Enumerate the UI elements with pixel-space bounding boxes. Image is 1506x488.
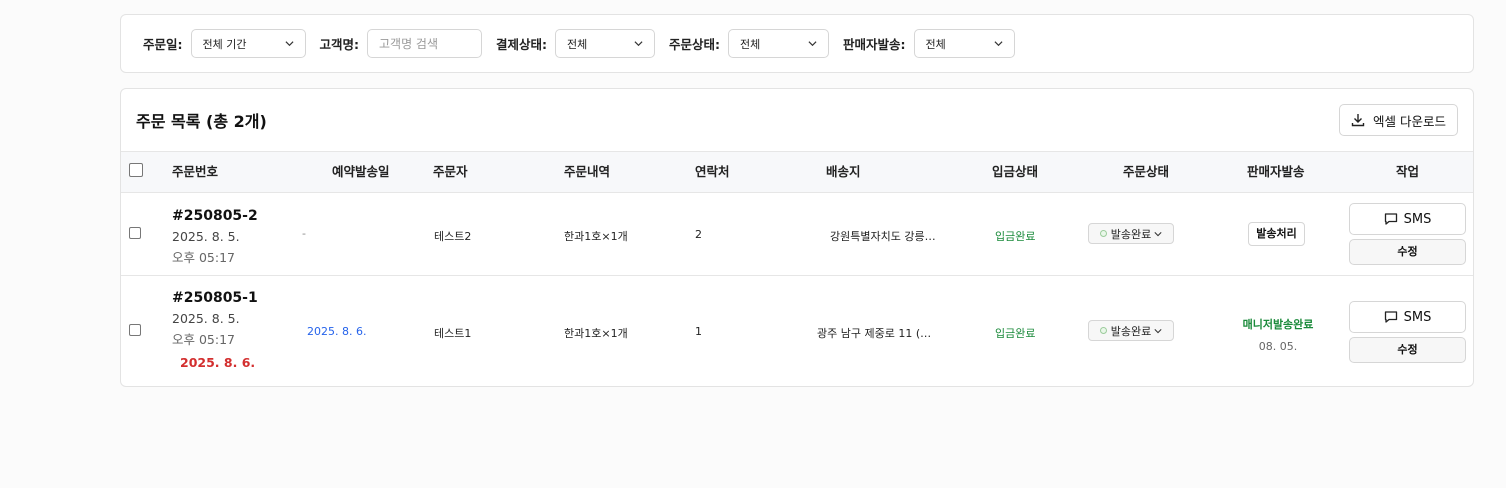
chevron-down-icon (1154, 231, 1162, 236)
payment-status: 입금완료 (995, 327, 1036, 340)
order-time: 오후 05:17 (172, 332, 235, 347)
col-address: 배송지 (826, 164, 861, 179)
order-date: 2025. 8. 5. (172, 311, 240, 326)
reserve-date-highlight: 2025. 8. 6. (180, 355, 256, 370)
message-icon (1384, 311, 1397, 323)
manager-shipped-status: 매니저발송완료 (1242, 318, 1314, 331)
customer-search-input[interactable] (367, 29, 482, 58)
seller-shipping-label: 판매자발송: (843, 37, 906, 52)
col-status: 주문상태 (1123, 164, 1170, 179)
col-actions: 작업 (1396, 164, 1420, 179)
order-status-select[interactable]: 전체 (728, 29, 829, 58)
order-status-dropdown[interactable]: 발송완료 (1088, 223, 1174, 244)
order-status-value: 발송완료 (1110, 324, 1152, 338)
row-checkbox[interactable] (129, 227, 141, 239)
payment-status-label: 결제상태: (496, 37, 547, 52)
excel-download-label: 엑셀 다운로드 (1373, 113, 1446, 129)
status-dot-icon (1099, 327, 1107, 334)
order-number[interactable]: #250805-1 (172, 290, 258, 306)
status-dot-icon (1099, 230, 1107, 237)
table-row: #250805-1 2025. 8. 5. 오후 05:17 2025. 8. … (121, 276, 1473, 386)
order-status-dropdown[interactable]: 발송완료 (1088, 320, 1174, 341)
sms-label: SMS (1403, 309, 1432, 325)
seller-shipping-select[interactable]: 전체 (913, 29, 1015, 58)
order-list-title: 주문 목록 (총 2개) (136, 112, 267, 131)
chevron-down-icon (1154, 328, 1162, 333)
payment-status-value: 전체 (567, 37, 588, 51)
table-row: #250805-2 2025. 8. 5. 오후 05:17 - 테스트2 한과… (121, 193, 1473, 276)
col-order-no: 주문번호 (172, 164, 219, 179)
col-customer: 주문자 (433, 164, 468, 179)
chevron-down-icon (993, 41, 1003, 47)
filter-bar: 주문일: 전체 기간 고객명: 결제상태: 전체 주문상태: 전체 판매자발송:… (120, 14, 1474, 73)
order-date-select[interactable]: 전체 기간 (190, 29, 306, 58)
order-status-value: 전체 (740, 37, 761, 51)
order-list-header: 주문 목록 (총 2개) 엑셀 다운로드 (121, 89, 1473, 151)
order-date-value: 전체 기간 (202, 37, 247, 51)
address: 광주 남구 제중로 11 (… (817, 327, 932, 340)
manager-shipped-date: 08. 05. (1258, 340, 1298, 353)
order-list-card: 주문 목록 (총 2개) 엑셀 다운로드 주문번호 예약발송일 주문자 주문내역… (120, 88, 1474, 387)
col-seller-shipping: 판매자발송 (1247, 164, 1305, 179)
sms-label: SMS (1403, 211, 1432, 227)
order-number[interactable]: #250805-2 (172, 208, 258, 224)
col-payment: 입금상태 (992, 164, 1039, 179)
address: 강원특별자치도 강릉… (830, 230, 936, 243)
reserve-date: - (302, 227, 306, 240)
col-phone: 연락처 (695, 164, 730, 179)
table-header: 주문번호 예약발송일 주문자 주문내역 연락처 배송지 입금상태 주문상태 판매… (121, 151, 1473, 193)
order-time: 오후 05:17 (172, 250, 235, 265)
customer-name: 테스트1 (434, 327, 472, 340)
seller-shipping-value: 전체 (925, 37, 946, 51)
excel-download-button[interactable]: 엑셀 다운로드 (1339, 104, 1458, 136)
chevron-down-icon (808, 41, 817, 47)
row-checkbox[interactable] (129, 324, 141, 336)
phone: 1 (695, 325, 702, 338)
chevron-down-icon (284, 41, 294, 47)
message-icon (1384, 213, 1397, 225)
reserve-date: 2025. 8. 6. (307, 325, 367, 338)
order-date: 2025. 8. 5. (172, 229, 240, 244)
sms-button[interactable]: SMS (1349, 203, 1466, 235)
order-table: 주문번호 예약발송일 주문자 주문내역 연락처 배송지 입금상태 주문상태 판매… (121, 151, 1473, 386)
select-all-checkbox[interactable] (129, 163, 143, 177)
order-status-label: 주문상태: (669, 37, 720, 52)
sms-button[interactable]: SMS (1349, 301, 1466, 333)
col-reserve-date: 예약발송일 (332, 164, 390, 179)
order-items: 한과1호×1개 (564, 327, 628, 340)
chevron-down-icon (634, 41, 643, 47)
col-items: 주문내역 (564, 164, 611, 179)
edit-button[interactable]: 수정 (1349, 239, 1466, 265)
edit-button[interactable]: 수정 (1349, 337, 1466, 363)
download-icon (1351, 114, 1365, 127)
payment-status-select[interactable]: 전체 (555, 29, 655, 58)
customer-label: 고객명: (319, 37, 360, 52)
payment-status: 입금완료 (995, 230, 1036, 243)
ship-process-button[interactable]: 발송처리 (1248, 222, 1305, 246)
order-date-label: 주문일: (143, 37, 183, 52)
order-items: 한과1호×1개 (564, 230, 628, 243)
phone: 2 (695, 228, 702, 241)
order-status-value: 발송완료 (1110, 227, 1152, 241)
customer-name: 테스트2 (434, 230, 472, 243)
